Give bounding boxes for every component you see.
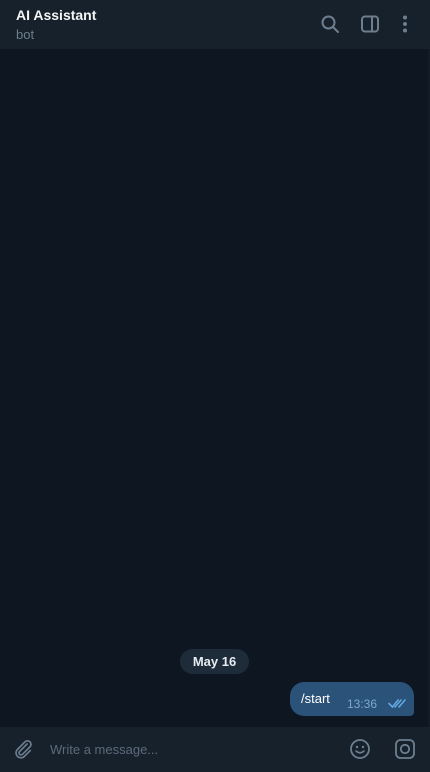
more-vertical-icon <box>403 15 407 33</box>
chat-subtitle: bot <box>16 27 35 42</box>
double-check-icon <box>388 699 406 708</box>
attach-button[interactable] <box>11 737 35 761</box>
attach-icon <box>15 740 32 759</box>
outgoing-message-bubble[interactable]: /start 13:36 <box>290 682 414 716</box>
message-time: 13:36 <box>347 697 378 711</box>
more-options-button[interactable] <box>393 12 417 36</box>
date-separator: May 16 <box>180 649 249 674</box>
chat-header: AI Assistant bot <box>0 0 430 50</box>
camera-icon <box>395 739 415 759</box>
sidebar-toggle-button[interactable] <box>358 12 382 36</box>
camera-button[interactable] <box>393 737 417 761</box>
telegram-chat-window: AI Assistant bot May 16 /start 13:36 Wri… <box>0 0 430 772</box>
emoji-button[interactable] <box>348 737 372 761</box>
search-button[interactable] <box>318 12 342 36</box>
message-text: /start <box>301 691 330 706</box>
message-composer <box>0 726 430 772</box>
chat-title[interactable]: AI Assistant <box>16 7 96 23</box>
message-input[interactable] <box>50 738 330 760</box>
message-list[interactable] <box>0 50 430 726</box>
emoji-icon <box>350 739 370 759</box>
sidebar-toggle-icon <box>361 15 379 33</box>
search-icon <box>321 15 339 33</box>
